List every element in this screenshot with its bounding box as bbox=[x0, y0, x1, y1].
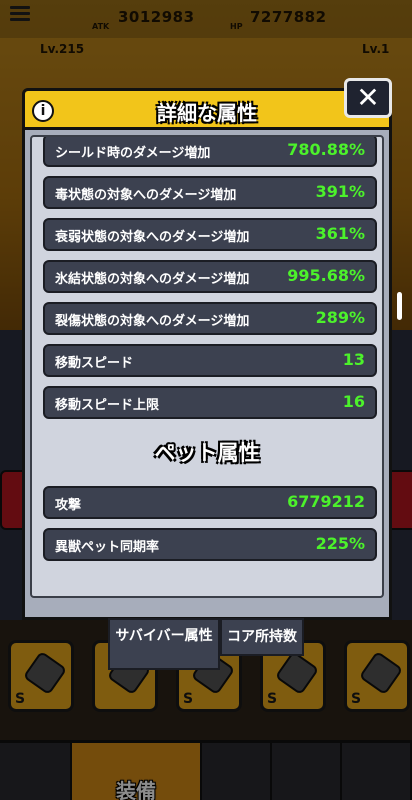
close-icon: ✕ bbox=[356, 81, 380, 114]
close-button[interactable]: ✕ bbox=[344, 78, 392, 118]
dialog-body: シールド時のダメージ増加 780.88% 毒状態の対象へのダメージ増加 391%… bbox=[22, 130, 392, 620]
attribute-label: 移動スピード bbox=[55, 356, 134, 371]
attribute-value: 995.68% bbox=[287, 266, 365, 285]
attribute-row: 裂傷状態の対象へのダメージ増加 289% bbox=[43, 302, 377, 335]
attribute-label: 毒状態の対象へのダメージ増加 bbox=[55, 188, 237, 203]
tab-survivor-attributes[interactable]: サバイバー属性 bbox=[108, 618, 220, 670]
attribute-row: 毒状態の対象へのダメージ増加 391% bbox=[43, 176, 377, 209]
pet-attribute-row: 攻撃 6779212 bbox=[43, 486, 377, 519]
tab-core-label: コア所持数 bbox=[227, 629, 297, 645]
attribute-label: 移動スピード上限 bbox=[55, 398, 160, 413]
attribute-value: 289% bbox=[315, 308, 365, 327]
dialog-title: 詳細な属性 bbox=[157, 101, 257, 125]
attribute-list[interactable]: シールド時のダメージ増加 780.88% 毒状態の対象へのダメージ増加 391%… bbox=[30, 135, 384, 598]
attribute-label: 裂傷状態の対象へのダメージ増加 bbox=[55, 314, 250, 329]
tab-survivor-label: サバイバー属性 bbox=[115, 628, 213, 644]
attribute-value: 391% bbox=[315, 182, 365, 201]
attribute-row: 衰弱状態の対象へのダメージ増加 361% bbox=[43, 218, 377, 251]
attribute-label: シールド時のダメージ増加 bbox=[55, 146, 211, 161]
detail-attributes-dialog: i 詳細な属性 ✕ シールド時のダメージ増加 780.88% 毒状態の対象へのダ… bbox=[22, 78, 392, 620]
scrollbar[interactable] bbox=[397, 292, 402, 320]
attribute-row: 移動スピード上限 16 bbox=[43, 386, 377, 419]
pet-attribute-row: 異獣ペット同期率 225% bbox=[43, 528, 377, 561]
attribute-value: 225% bbox=[315, 534, 365, 553]
attribute-value: 361% bbox=[315, 224, 365, 243]
tab-core-count[interactable]: コア所持数 bbox=[220, 618, 304, 656]
attribute-value: 16 bbox=[342, 392, 365, 411]
attribute-label: 氷結状態の対象へのダメージ増加 bbox=[55, 272, 250, 287]
attribute-value: 6779212 bbox=[287, 492, 365, 511]
pet-section-title: ペット属性 bbox=[154, 441, 260, 465]
attribute-value: 780.88% bbox=[287, 140, 365, 159]
attribute-row: 氷結状態の対象へのダメージ増加 995.68% bbox=[43, 260, 377, 293]
dialog-header: i 詳細な属性 bbox=[22, 88, 392, 130]
attribute-row: シールド時のダメージ増加 780.88% bbox=[43, 137, 377, 167]
attribute-value: 13 bbox=[342, 350, 365, 369]
attribute-row: 移動スピード 13 bbox=[43, 344, 377, 377]
attribute-label: 異獣ペット同期率 bbox=[55, 540, 160, 555]
attribute-label: 攻撃 bbox=[55, 498, 82, 513]
attribute-label: 衰弱状態の対象へのダメージ増加 bbox=[55, 230, 250, 245]
